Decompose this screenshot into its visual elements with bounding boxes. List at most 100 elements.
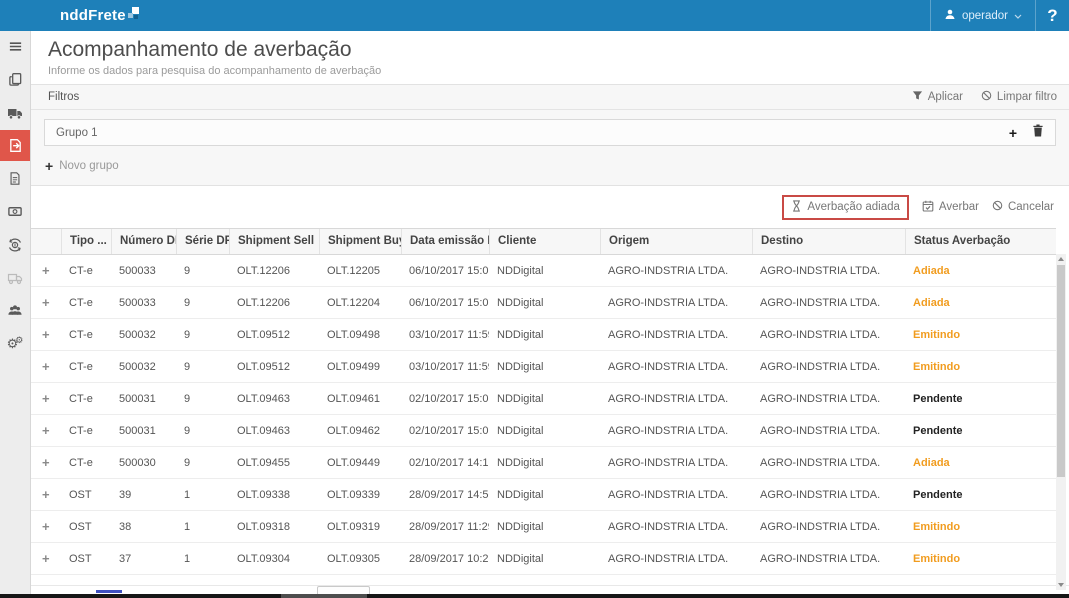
cell-origem: AGRO-INDSTRIA LTDA. xyxy=(608,360,729,373)
sidebar-item-money-sync[interactable] xyxy=(0,229,30,260)
cell-tipo-dps: OST xyxy=(69,488,92,501)
cell-shipment-sell: OLT.09512 xyxy=(237,360,291,373)
sidebar-item-truck-secondary[interactable] xyxy=(0,262,30,293)
active-page-underline[interactable] xyxy=(96,590,122,593)
hourglass-icon xyxy=(791,199,802,215)
column-header-expand[interactable] xyxy=(31,229,61,254)
expand-row-button[interactable]: + xyxy=(31,327,61,342)
column-header-4[interactable]: Shipment Sell xyxy=(229,229,319,254)
cell-shipment-sell: OLT.09318 xyxy=(237,520,291,533)
cancel-button[interactable]: Cancelar xyxy=(992,200,1054,214)
chevron-down-icon xyxy=(1014,10,1022,22)
table-row[interactable]: + CT-e 500031 9 OLT.09463 OLT.09462 02/1… xyxy=(31,415,1056,447)
column-header-3[interactable]: Série DPS xyxy=(176,229,229,254)
add-filter-button[interactable]: + xyxy=(1009,126,1017,140)
expand-row-button[interactable]: + xyxy=(31,295,61,310)
cell-shipment-buy: OLT.12205 xyxy=(327,264,381,277)
cell-numero-dps: 500033 xyxy=(119,264,156,277)
cell-destino: AGRO-INDSTRIA LTDA. xyxy=(760,360,881,373)
app-logo-mark-icon xyxy=(127,7,140,21)
expand-row-button[interactable]: + xyxy=(31,551,61,566)
cell-shipment-sell: OLT.09463 xyxy=(237,392,291,405)
sidebar-item-banknote[interactable] xyxy=(0,196,30,227)
cell-data-emissao: 28/09/2017 10:23 xyxy=(409,552,489,565)
table-row[interactable]: + CT-e 500033 9 OLT.12206 OLT.12205 06/1… xyxy=(31,255,1056,287)
expand-row-button[interactable]: + xyxy=(31,359,61,374)
vertical-scrollbar[interactable] xyxy=(1056,254,1066,590)
cell-tipo-dps: CT-e xyxy=(69,456,93,469)
page-size-select[interactable] xyxy=(317,586,370,594)
filters-title: Filtros xyxy=(48,91,80,103)
new-group-button[interactable]: + Novo grupo xyxy=(31,146,1069,185)
scroll-down-arrow-icon[interactable] xyxy=(1058,583,1064,587)
cell-status-averbacao: Emitindo xyxy=(913,520,961,533)
user-menu-button[interactable]: operador xyxy=(931,0,1035,31)
cell-destino: AGRO-INDSTRIA LTDA. xyxy=(760,392,881,405)
cell-cliente: NDDigital xyxy=(497,520,544,533)
cell-serie-dps: 1 xyxy=(184,488,191,501)
clear-filter-button[interactable]: Limpar filtro xyxy=(981,90,1057,104)
sidebar-item-users[interactable] xyxy=(0,295,30,326)
table-row[interactable]: + CT-e 500032 9 OLT.09512 OLT.09498 03/1… xyxy=(31,319,1056,351)
cell-destino: AGRO-INDSTRIA LTDA. xyxy=(760,328,881,341)
cell-destino: AGRO-INDSTRIA LTDA. xyxy=(760,520,881,533)
column-header-7[interactable]: Cliente xyxy=(489,229,600,254)
apply-filter-button[interactable]: Aplicar xyxy=(912,90,963,104)
help-button[interactable]: ? xyxy=(1036,0,1069,31)
sidebar-item-document[interactable] xyxy=(0,163,30,194)
cell-shipment-sell: OLT.09512 xyxy=(237,328,291,341)
delete-group-button[interactable] xyxy=(1032,124,1044,142)
scroll-up-arrow-icon[interactable] xyxy=(1058,257,1064,261)
cell-status-averbacao: Emitindo xyxy=(913,360,961,373)
expand-row-button[interactable]: + xyxy=(31,519,61,534)
expand-row-button[interactable]: + xyxy=(31,263,61,278)
filter-group-row[interactable]: Grupo 1 + xyxy=(44,119,1056,146)
table-row[interactable]: + CT-e 500031 9 OLT.09463 OLT.09461 02/1… xyxy=(31,383,1056,415)
cell-status-averbacao: Emitindo xyxy=(913,328,961,341)
sidebar-item-copy[interactable] xyxy=(0,64,30,95)
expand-row-button[interactable]: + xyxy=(31,423,61,438)
sidebar-item-settings[interactable]: ⚙⚙ xyxy=(0,328,30,359)
table-header-row: Tipo ...Número DPSSérie DPSShipment Sell… xyxy=(31,228,1056,255)
cell-origem: AGRO-INDSTRIA LTDA. xyxy=(608,520,729,533)
menu-icon xyxy=(8,39,23,54)
document-icon xyxy=(8,171,22,186)
expand-row-button[interactable]: + xyxy=(31,391,61,406)
column-header-2[interactable]: Número DPS xyxy=(111,229,176,254)
cell-numero-dps: 37 xyxy=(119,552,132,565)
expand-row-button[interactable]: + xyxy=(31,487,61,502)
column-header-6[interactable]: Data emissão DPS xyxy=(401,229,489,254)
sidebar-item-menu[interactable] xyxy=(0,31,30,62)
cell-shipment-buy: OLT.09449 xyxy=(327,456,381,469)
sidebar-item-truck[interactable] xyxy=(0,97,30,128)
endorse-button[interactable]: Averbar xyxy=(922,200,979,215)
table-row[interactable]: + CT-e 500030 9 OLT.09455 OLT.09449 02/1… xyxy=(31,447,1056,479)
cell-shipment-buy: OLT.09339 xyxy=(327,488,381,501)
column-header-8[interactable]: Origem xyxy=(600,229,752,254)
cell-tipo-dps: CT-e xyxy=(69,296,93,309)
table-row[interactable]: + OST 38 1 OLT.09318 OLT.09319 28/09/201… xyxy=(31,511,1056,543)
cell-numero-dps: 500031 xyxy=(119,392,156,405)
sidebar-item-averbacao[interactable] xyxy=(0,130,30,161)
gears-icon: ⚙⚙ xyxy=(6,334,24,351)
table-row[interactable]: + OST 37 1 OLT.09304 OLT.09305 28/09/201… xyxy=(31,543,1056,575)
cell-shipment-buy: OLT.09305 xyxy=(327,552,381,565)
table-row[interactable]: + CT-e 500033 9 OLT.12206 OLT.12204 06/1… xyxy=(31,287,1056,319)
horizontal-scrollbar-thumb[interactable] xyxy=(281,594,367,598)
horizontal-scrollbar[interactable] xyxy=(0,594,1069,598)
postpone-endorsement-button[interactable]: Averbação adiada xyxy=(791,199,900,215)
cell-shipment-sell: OLT.09463 xyxy=(237,424,291,437)
column-header-9[interactable]: Destino xyxy=(752,229,905,254)
cell-shipment-buy: OLT.09499 xyxy=(327,360,381,373)
cell-data-emissao: 03/10/2017 11:59 xyxy=(409,360,489,373)
apply-filter-label: Aplicar xyxy=(927,91,963,103)
cell-data-emissao: 02/10/2017 14:16 xyxy=(409,456,489,469)
cancel-label: Cancelar xyxy=(1007,201,1054,213)
table-row[interactable]: + OST 39 1 OLT.09338 OLT.09339 28/09/201… xyxy=(31,479,1056,511)
table-row[interactable]: + CT-e 500032 9 OLT.09512 OLT.09499 03/1… xyxy=(31,351,1056,383)
column-header-5[interactable]: Shipment Buy xyxy=(319,229,401,254)
column-header-10[interactable]: Status Averbação xyxy=(905,229,1056,254)
expand-row-button[interactable]: + xyxy=(31,455,61,470)
scrollbar-thumb[interactable] xyxy=(1057,265,1065,477)
column-header-1[interactable]: Tipo ... xyxy=(61,229,111,254)
